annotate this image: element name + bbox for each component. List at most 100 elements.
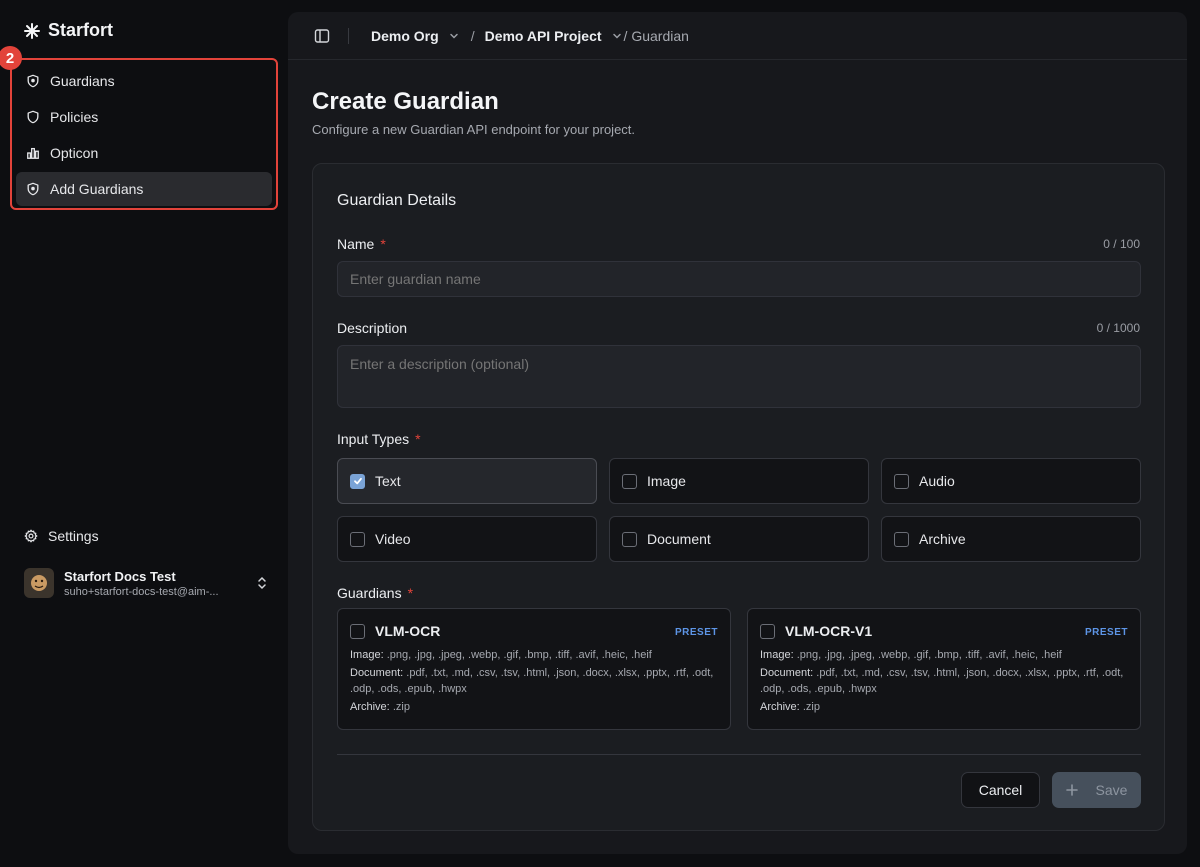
guardian-archive-formats: Archive: .zip	[350, 699, 718, 715]
description-textarea[interactable]	[337, 345, 1141, 408]
name-label: Name *	[337, 236, 386, 252]
sidebar: Starfort 2 Guardians Policies Opticon Ad…	[0, 0, 288, 867]
format-list: .pdf, .txt, .md, .csv, .tsv, .html, .jso…	[350, 667, 714, 695]
input-type-audio[interactable]: Audio	[881, 458, 1141, 504]
guardian-option-vlm-ocr[interactable]: VLM-OCR PRESET Image: .png, .jpg, .jpeg,…	[337, 608, 731, 730]
sidebar-item-opticon[interactable]: Opticon	[16, 136, 272, 170]
format-key: Archive:	[760, 701, 800, 713]
guardian-option-vlm-ocr-v1[interactable]: VLM-OCR-V1 PRESET Image: .png, .jpg, .jp…	[747, 608, 1141, 730]
input-types-grid: Text Image Audio Video Document Archive	[337, 458, 1141, 562]
input-type-label: Audio	[919, 473, 955, 489]
guardian-name: VLM-OCR-V1	[785, 623, 873, 639]
bar-chart-icon	[27, 147, 39, 159]
checkbox-icon[interactable]	[622, 531, 637, 547]
chevron-up-down-icon	[258, 576, 266, 590]
guardian-image-formats: Image: .png, .jpg, .jpeg, .webp, .gif, .…	[350, 647, 718, 663]
brand-logo[interactable]: Starfort	[24, 20, 113, 41]
sidebar-item-label: Add Guardians	[50, 181, 144, 197]
guardian-name: VLM-OCR	[375, 623, 441, 639]
input-type-label: Video	[375, 531, 411, 547]
asterisk-logo-icon	[24, 22, 40, 39]
checkbox-icon[interactable]	[622, 473, 637, 489]
page-subtitle: Configure a new Guardian API endpoint fo…	[312, 122, 636, 137]
format-list: .zip	[802, 701, 820, 713]
input-type-video[interactable]: Video	[337, 516, 597, 562]
chevron-down-icon[interactable]	[612, 31, 622, 41]
section-title: Guardian Details	[337, 192, 457, 209]
user-email: suho+starfort-docs-test@aim-...	[64, 585, 219, 598]
save-label: Save	[1095, 782, 1128, 798]
name-input[interactable]	[337, 261, 1141, 297]
topbar-divider	[348, 27, 349, 44]
checkbox-icon[interactable]	[894, 473, 909, 489]
form-divider	[337, 754, 1141, 755]
guardian-archive-formats: Archive: .zip	[760, 699, 1128, 715]
guardian-image-formats: Image: .png, .jpg, .jpeg, .webp, .gif, .…	[760, 647, 1128, 663]
sidebar-item-label: Opticon	[50, 145, 99, 161]
user-name: Starfort Docs Test	[64, 568, 176, 584]
sidebar-item-policies[interactable]: Policies	[16, 100, 272, 134]
sidebar-item-guardians[interactable]: Guardians	[16, 64, 272, 98]
avatar	[24, 568, 54, 598]
input-type-archive[interactable]: Archive	[881, 516, 1141, 562]
input-types-label: Input Types *	[337, 431, 421, 447]
cancel-button[interactable]: Cancel	[961, 772, 1040, 808]
sidebar-item-label: Policies	[50, 109, 99, 125]
format-list: .png, .jpg, .jpeg, .webp, .gif, .bmp, .t…	[386, 649, 652, 661]
input-type-image[interactable]: Image	[609, 458, 869, 504]
format-key: Document:	[350, 667, 404, 679]
topbar: Demo Org / Demo API Project / Guardian	[288, 12, 1187, 60]
main-panel: Demo Org / Demo API Project / Guardian C…	[288, 12, 1187, 854]
required-mark: *	[380, 236, 386, 252]
preset-badge: PRESET	[674, 627, 718, 638]
description-char-counter: 0 / 1000	[1096, 321, 1140, 335]
input-type-label: Image	[647, 473, 686, 489]
checkbox-icon[interactable]	[350, 623, 365, 639]
input-type-label: Text	[375, 473, 401, 489]
sidebar-nav-highlight: Guardians Policies Opticon Add Guardians	[10, 58, 278, 210]
breadcrumb-project[interactable]: Demo API Project	[485, 28, 602, 44]
input-type-text[interactable]: Text	[337, 458, 597, 504]
format-list: .png, .jpg, .jpeg, .webp, .gif, .bmp, .t…	[796, 649, 1062, 661]
sidebar-item-label: Guardians	[50, 73, 115, 89]
brand-name: Starfort	[48, 20, 114, 40]
description-label: Description	[337, 320, 408, 336]
plus-icon	[1065, 784, 1078, 796]
sidebar-item-add-guardians[interactable]: Add Guardians	[16, 172, 272, 206]
sidebar-toggle-icon[interactable]	[314, 28, 330, 44]
format-key: Document:	[760, 667, 814, 679]
guardians-label: Guardians *	[337, 585, 413, 601]
save-button[interactable]: Save	[1052, 772, 1141, 808]
checkbox-icon[interactable]	[760, 623, 775, 639]
shield-icon	[27, 74, 39, 88]
avatar-image-icon	[31, 575, 47, 591]
format-key: Image:	[350, 649, 384, 661]
format-list: .pdf, .txt, .md, .csv, .tsv, .html, .jso…	[760, 667, 1124, 695]
format-key: Archive:	[350, 701, 390, 713]
checkbox-icon[interactable]	[350, 531, 365, 547]
required-mark: *	[407, 585, 414, 601]
page-title: Create Guardian	[312, 88, 499, 115]
shield-icon	[27, 182, 39, 196]
preset-badge: PRESET	[1084, 627, 1128, 638]
guardian-details-card: Guardian Details Name * 0 / 100 Descripti…	[312, 163, 1165, 831]
gear-icon	[24, 529, 38, 543]
checkbox-checked-icon[interactable]	[350, 473, 365, 489]
guardians-grid: VLM-OCR PRESET Image: .png, .jpg, .jpeg,…	[337, 608, 1141, 730]
user-menu[interactable]: Starfort Docs Test suho+starfort-docs-te…	[24, 568, 268, 598]
settings-label: Settings	[48, 528, 99, 544]
input-type-document[interactable]: Document	[609, 516, 869, 562]
guardians-label-text: Guardians	[337, 585, 402, 601]
required-mark: *	[415, 431, 421, 447]
format-list: .zip	[392, 701, 410, 713]
breadcrumb-current: / Guardian	[623, 27, 689, 44]
breadcrumb-separator: /	[470, 27, 475, 44]
checkbox-icon[interactable]	[894, 531, 909, 547]
shield-icon	[27, 110, 39, 124]
format-key: Image:	[760, 649, 794, 661]
input-type-label: Document	[647, 531, 711, 547]
chevron-down-icon[interactable]	[449, 31, 459, 41]
breadcrumb-org[interactable]: Demo Org	[371, 28, 439, 44]
settings-link[interactable]: Settings	[24, 528, 99, 544]
guardian-document-formats: Document: .pdf, .txt, .md, .csv, .tsv, .…	[350, 665, 718, 697]
